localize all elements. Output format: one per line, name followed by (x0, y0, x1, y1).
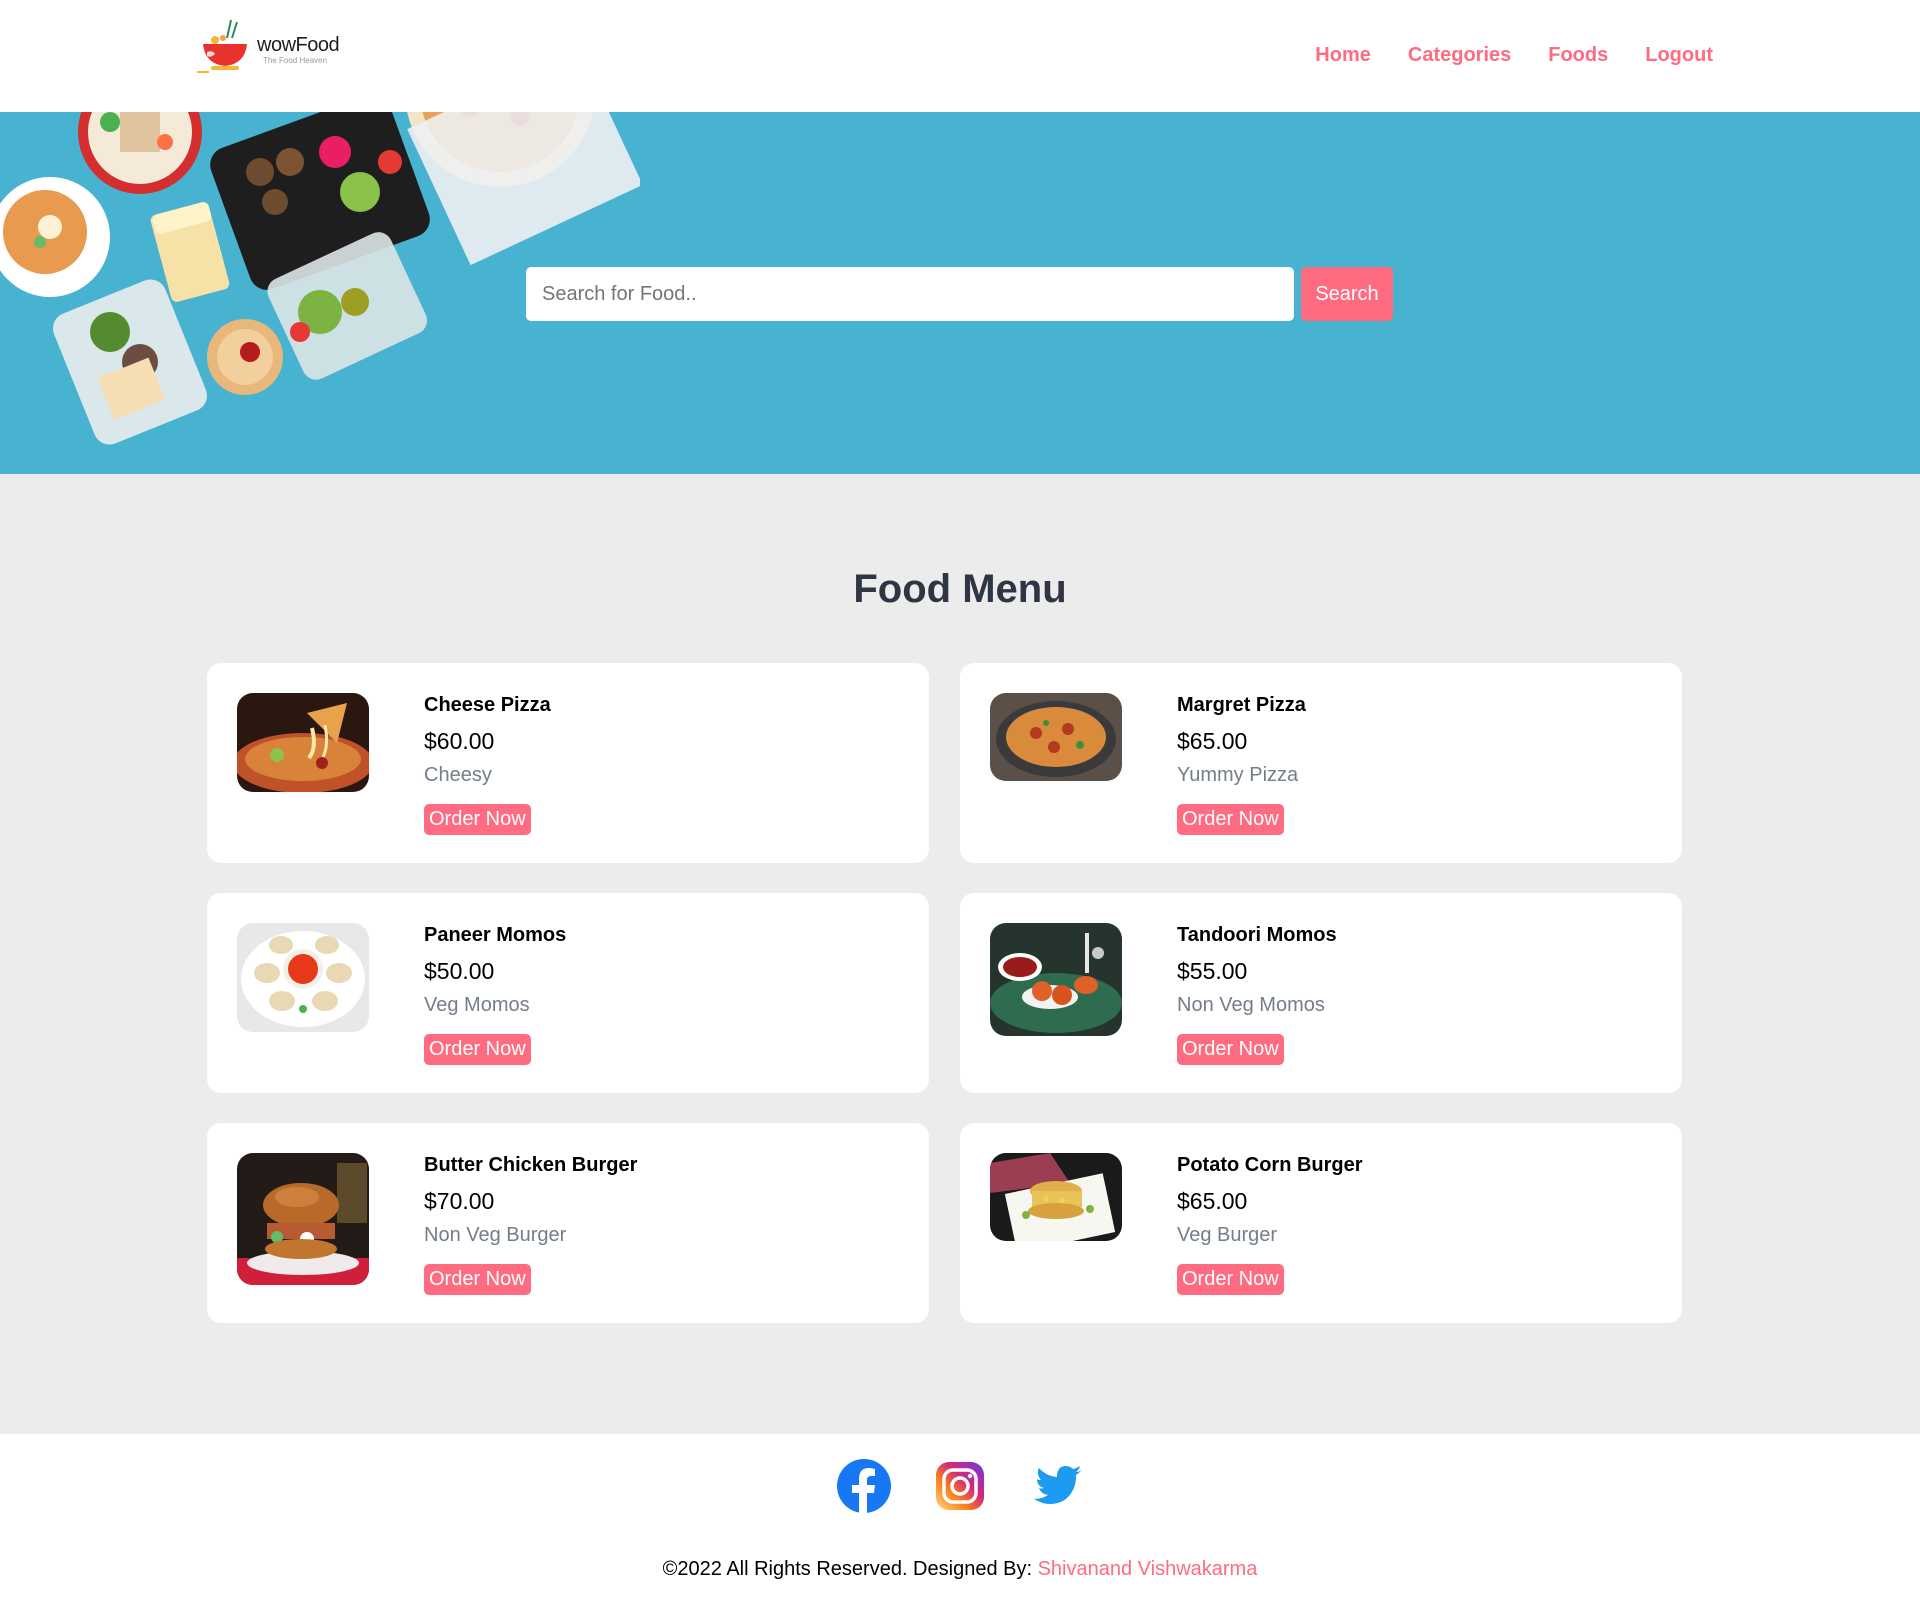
food-description: Cheesy (424, 764, 492, 786)
food-card-paneer-momos: Paneer Momos $50.00 Veg Momos Order Now (207, 893, 929, 1093)
food-image-tandoori-momos[interactable] (990, 923, 1122, 1036)
nav-categories[interactable]: Categories (1408, 44, 1511, 67)
food-card-butter-chicken-burger: Butter Chicken Burger $70.00 Non Veg Bur… (207, 1123, 929, 1323)
food-image-paneer-momos[interactable] (237, 923, 369, 1032)
food-price: $50.00 (424, 958, 495, 984)
food-description: Non Veg Burger (424, 1224, 567, 1246)
nav-home[interactable]: Home (1315, 44, 1371, 67)
food-description: Veg Burger (1177, 1224, 1278, 1246)
designer-link[interactable]: Shivanand Vishwakarma (1038, 1558, 1258, 1580)
food-name: Cheese Pizza (424, 694, 551, 716)
food-price: $55.00 (1177, 958, 1248, 984)
instagram-icon[interactable] (932, 1458, 988, 1514)
food-card-margret-pizza: Margret Pizza $65.00 Yummy Pizza Order N… (960, 663, 1682, 863)
order-now-button[interactable]: Order Now (424, 1034, 531, 1065)
food-card-tandoori-momos: Tandoori Momos $55.00 Non Veg Momos Orde… (960, 893, 1682, 1093)
food-price: $70.00 (424, 1188, 495, 1214)
twitter-icon[interactable] (1030, 1458, 1086, 1514)
food-name: Potato Corn Burger (1177, 1154, 1363, 1176)
footer: ©2022 All Rights Reserved. Designed By: … (0, 1434, 1920, 1600)
page-title: Food Menu (853, 567, 1067, 611)
food-price: $60.00 (424, 728, 495, 754)
food-card-cheese-pizza: Cheese Pizza $60.00 Cheesy Order Now (207, 663, 929, 863)
food-image-potato-corn-burger[interactable] (990, 1153, 1122, 1241)
hero-search-section: Search (0, 112, 1920, 474)
brand-tagline: The Food Heaven (263, 56, 328, 65)
nav-logout[interactable]: Logout (1645, 44, 1713, 67)
nav-foods[interactable]: Foods (1548, 44, 1608, 67)
order-now-button[interactable]: Order Now (1177, 1034, 1284, 1065)
search-input[interactable] (526, 267, 1294, 321)
navbar: wowFood The Food Heaven Home Categories … (0, 0, 1920, 112)
copyright-text: ©2022 All Rights Reserved. Designed By: … (0, 1558, 1920, 1581)
bowl-logo-icon (197, 19, 247, 73)
brand-name: wowFood (257, 34, 340, 56)
facebook-icon[interactable] (836, 1458, 892, 1514)
food-price: $65.00 (1177, 728, 1248, 754)
order-now-button[interactable]: Order Now (1177, 804, 1284, 835)
food-name: Paneer Momos (424, 924, 567, 946)
food-name: Tandoori Momos (1177, 924, 1337, 946)
food-description: Veg Momos (424, 994, 530, 1016)
food-image-margret-pizza[interactable] (990, 693, 1122, 781)
order-now-button[interactable]: Order Now (424, 804, 531, 835)
food-description: Non Veg Momos (1177, 994, 1325, 1016)
food-card-potato-corn-burger: Potato Corn Burger $65.00 Veg Burger Ord… (960, 1123, 1682, 1323)
food-name: Butter Chicken Burger (424, 1154, 638, 1176)
food-description: Yummy Pizza (1177, 764, 1299, 786)
logo[interactable]: wowFood The Food Heaven (197, 16, 347, 76)
order-now-button[interactable]: Order Now (424, 1264, 531, 1295)
search-button[interactable]: Search (1301, 267, 1393, 321)
order-now-button[interactable]: Order Now (1177, 1264, 1284, 1295)
food-image-cheese-pizza[interactable] (237, 693, 369, 792)
food-image-butter-chicken-burger[interactable] (237, 1153, 369, 1285)
food-price: $65.00 (1177, 1188, 1248, 1214)
copyright-prefix: ©2022 All Rights Reserved. Designed By: (662, 1558, 1038, 1580)
food-name: Margret Pizza (1177, 694, 1306, 716)
main-nav: Home Categories Foods Logout (1315, 44, 1713, 67)
